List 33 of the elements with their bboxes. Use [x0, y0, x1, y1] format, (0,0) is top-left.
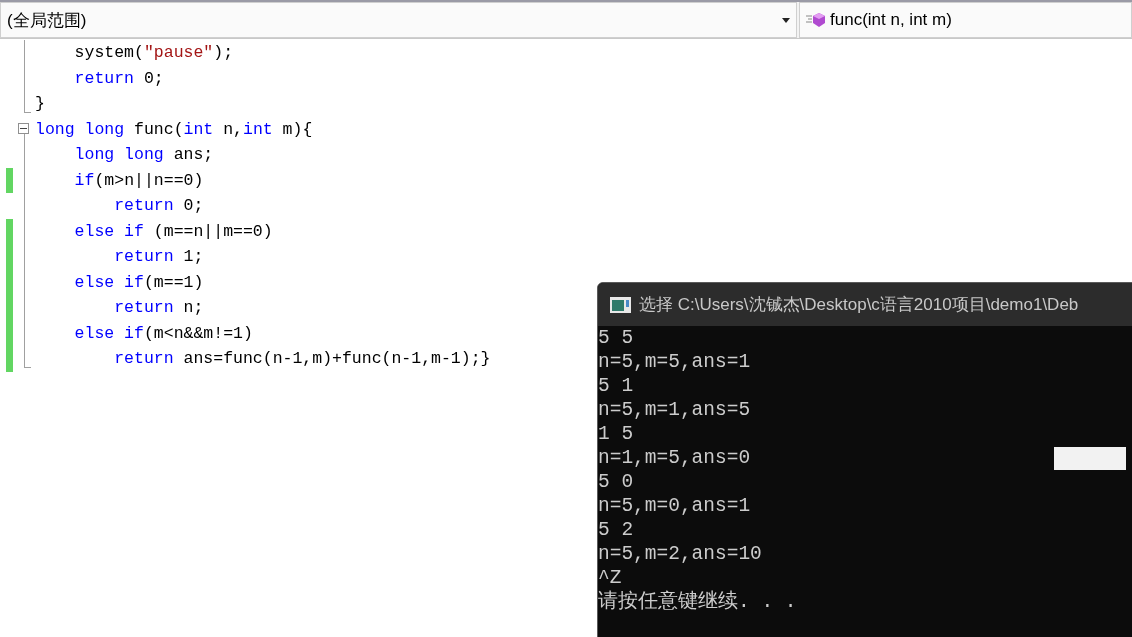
code-line: system("pause");: [73, 42, 234, 64]
console-output-line: n=5,m=1,ans=5: [598, 398, 751, 422]
console-output-line: n=5,m=0,ans=1: [598, 494, 751, 518]
member-dropdown[interactable]: func(int n, int m): [799, 2, 1132, 38]
code-line: else if(m==1): [73, 271, 204, 294]
code-line: else if (m==n||m==0): [73, 220, 273, 243]
code-line: return 0;: [113, 195, 204, 217]
code-line: return 1;: [113, 246, 204, 268]
code-line: return 0;: [73, 67, 164, 90]
console-app-icon: [610, 296, 631, 313]
code-line: return n;: [113, 297, 204, 319]
scope-dropdown[interactable]: (全局范围): [0, 2, 797, 38]
collapse-icon[interactable]: [18, 122, 29, 134]
dropdown-arrow-icon: [782, 17, 790, 23]
selection-block: [1054, 447, 1126, 470]
code-line: }: [35, 93, 45, 115]
code-line: long long ans;: [73, 144, 214, 166]
code-line: if(m>n||n==0): [73, 169, 204, 192]
code-line: long long func(int n,int m){: [35, 118, 313, 141]
console-title: 选择 C:\Users\沈铖杰\Desktop\c语言2010项目\demo1\Deb: [639, 294, 1079, 316]
console-output-line: ^Z: [598, 566, 622, 590]
method-cube-icon: [806, 12, 826, 28]
console-output-line: n=1,m=5,ans=0: [598, 446, 751, 470]
console-output-line: 5 1: [598, 374, 634, 398]
console-output-line: 5 5: [598, 326, 634, 350]
console-output-line: 5 2: [598, 518, 634, 542]
console-output-line: 请按任意键继续. . .: [598, 590, 797, 614]
console-output-line: n=5,m=5,ans=1: [598, 350, 751, 374]
console-output-line: 5 0: [598, 470, 634, 494]
console-output-line: n=5,m=2,ans=10: [598, 542, 762, 566]
code-line: else if(m<n&&m!=1): [73, 322, 253, 345]
code-line: return ans=func(n-1,m)+func(n-1,m-1);}: [113, 348, 491, 370]
console-output-line: 1 5: [598, 422, 634, 446]
